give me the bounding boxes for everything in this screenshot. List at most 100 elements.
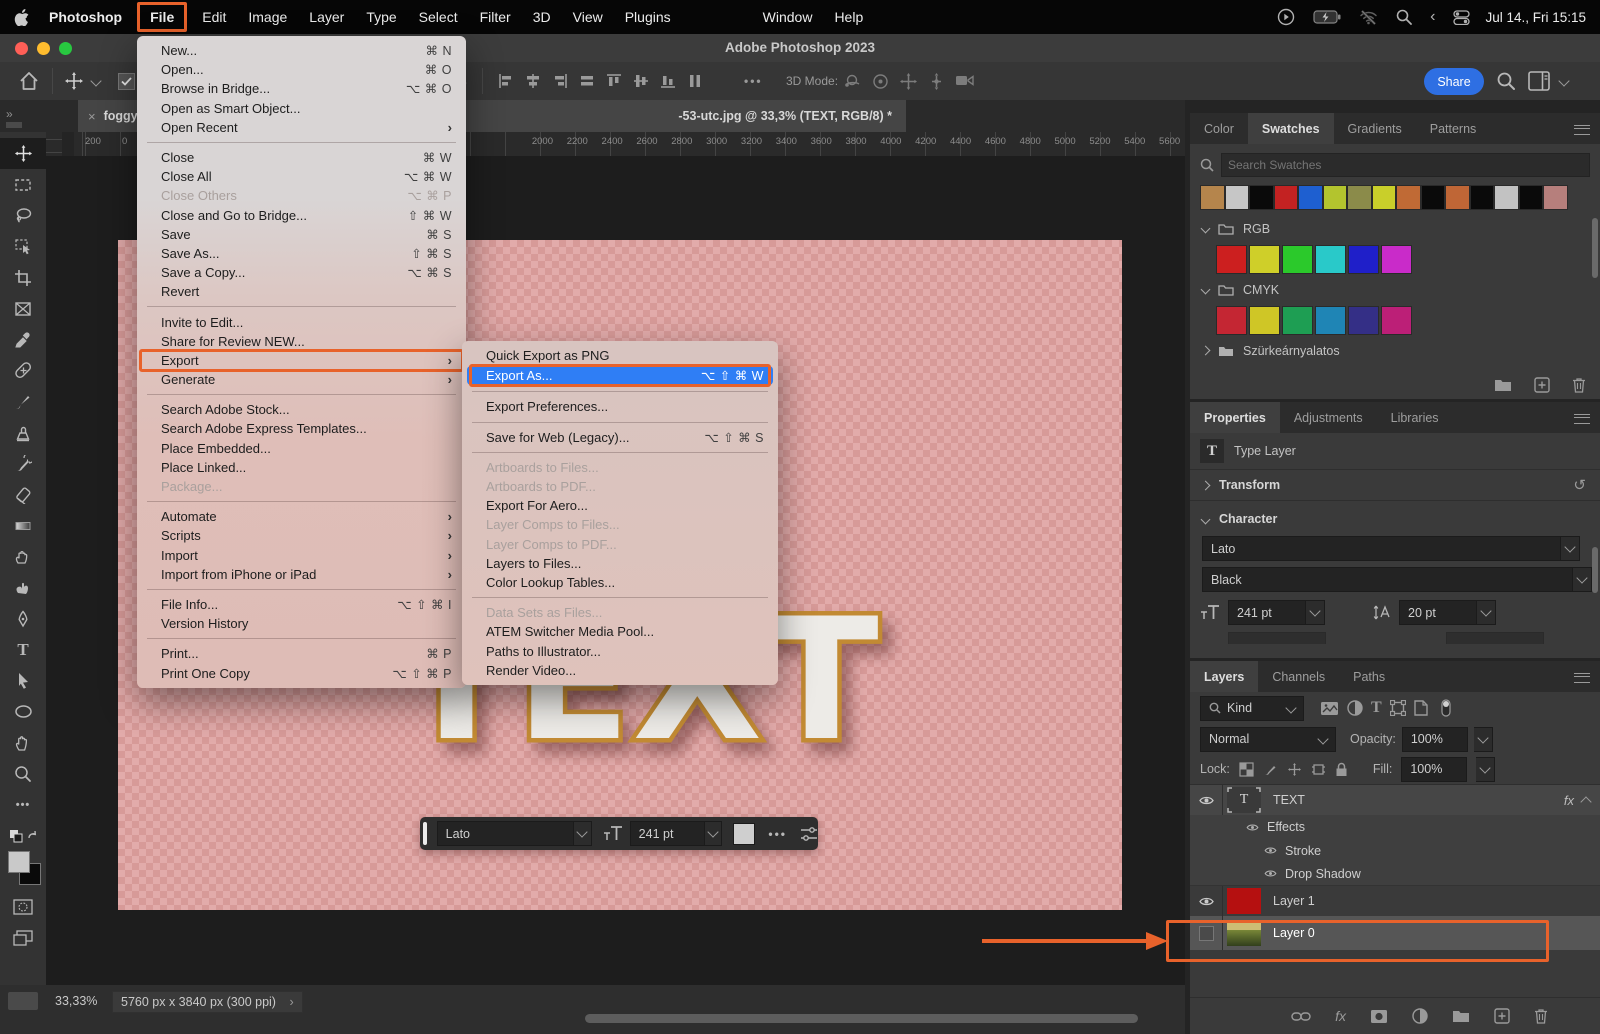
swatch-group-cmyk[interactable]: CMYK: [1190, 277, 1600, 303]
play-circle-icon[interactable]: [1277, 8, 1295, 26]
auto-select-checkbox[interactable]: [118, 73, 135, 90]
color-swatch[interactable]: [1315, 245, 1346, 274]
crop-tool[interactable]: [0, 262, 46, 293]
menubar-item-view[interactable]: View: [562, 0, 614, 34]
leading-field[interactable]: 20 pt: [1399, 600, 1477, 625]
layer-row-text[interactable]: T TEXT fx: [1190, 785, 1600, 815]
color-swatch[interactable]: [1372, 185, 1397, 210]
menu-item[interactable]: Save for Web (Legacy)... ⌥ ⇧ ⌘ S ›: [462, 428, 778, 447]
brush-tool[interactable]: [0, 386, 46, 417]
object-selection-tool[interactable]: [0, 231, 46, 262]
menu-item[interactable]: Place Linked... ›: [137, 458, 466, 477]
image-layer-thumbnail[interactable]: [1227, 920, 1261, 946]
visibility-eye-icon[interactable]: [1246, 823, 1259, 832]
menu-item[interactable]: Paths to Illustrator... ›: [462, 641, 778, 660]
menu-item[interactable]: ›: [137, 389, 466, 400]
menubar-item-plugins[interactable]: Plugins: [614, 0, 682, 34]
filter-smart-objects-icon[interactable]: [1414, 700, 1428, 716]
layer-style-icon[interactable]: fx: [1335, 1008, 1346, 1024]
move-tool-icon[interactable]: [64, 71, 84, 91]
menu-item[interactable]: Print One Copy ⌥ ⇧ ⌘ P ›: [137, 663, 466, 682]
font-family-field[interactable]: Lato: [1202, 536, 1561, 561]
panel-menu-icon[interactable]: [1574, 414, 1590, 424]
apple-logo-icon[interactable]: [14, 9, 29, 26]
3d-orbit-icon[interactable]: [843, 72, 862, 91]
type-layer-thumbnail[interactable]: T: [1227, 787, 1261, 813]
kind-filter-field[interactable]: Kind: [1200, 696, 1304, 721]
color-swatch[interactable]: [1348, 245, 1379, 274]
search-icon[interactable]: [1496, 71, 1516, 91]
font-family-dropdown[interactable]: [1561, 536, 1580, 561]
menu-item[interactable]: ›: [462, 447, 778, 458]
chevron-down-icon[interactable]: [1201, 224, 1211, 234]
menubar-item-window[interactable]: Window: [752, 0, 824, 34]
more-options-icon[interactable]: •••: [744, 74, 763, 88]
tool-preset-chevron-icon[interactable]: [90, 75, 101, 86]
gradient-tool[interactable]: [0, 510, 46, 541]
lasso-tool[interactable]: [0, 200, 46, 231]
menu-item[interactable]: Export For Aero... ›: [462, 496, 778, 515]
menu-item[interactable]: Layer Comps to Files... ›: [462, 515, 778, 534]
font-style-field[interactable]: Black: [1202, 567, 1573, 592]
color-swatch[interactable]: [1298, 185, 1323, 210]
menu-item[interactable]: Package... ›: [137, 477, 466, 496]
tab-swatches[interactable]: Swatches: [1248, 113, 1334, 144]
menubar-clock[interactable]: Jul 14., Fri 15:15: [1485, 10, 1586, 25]
menu-item[interactable]: Close and Go to Bridge... ⇧ ⌘ W ›: [137, 206, 466, 225]
filter-toggle-icon[interactable]: [1440, 699, 1452, 717]
tab-patterns[interactable]: Patterns: [1416, 113, 1491, 144]
healing-tool[interactable]: [0, 355, 46, 386]
font-style-dropdown[interactable]: [1573, 567, 1592, 592]
tab-libraries[interactable]: Libraries: [1377, 402, 1453, 433]
tab-adjustments[interactable]: Adjustments: [1280, 402, 1377, 433]
color-swatch[interactable]: [1445, 185, 1470, 210]
layer-mask-icon[interactable]: [1370, 1009, 1388, 1024]
tab-color[interactable]: Color: [1190, 113, 1248, 144]
menubar-item-type[interactable]: Type: [355, 0, 407, 34]
menu-item[interactable]: Save ⌘ S ›: [137, 225, 466, 244]
zoom-level[interactable]: 33,33%: [55, 994, 97, 1008]
menu-item[interactable]: ›: [462, 417, 778, 428]
swatch-search-input[interactable]: [1221, 153, 1590, 177]
frame-tool[interactable]: [0, 293, 46, 324]
new-swatch-icon[interactable]: [1534, 377, 1550, 393]
menu-item[interactable]: Search Adobe Stock... ›: [137, 400, 466, 419]
chevron-down-icon[interactable]: [1201, 285, 1211, 295]
text-color-swatch[interactable]: [733, 823, 755, 845]
color-swatch[interactable]: [1249, 185, 1274, 210]
lock-pixels-icon[interactable]: [1263, 762, 1278, 777]
horizontal-scrollbar[interactable]: [585, 1014, 1138, 1023]
drag-handle[interactable]: [423, 822, 427, 845]
color-swatch[interactable]: [1494, 185, 1519, 210]
menu-item[interactable]: Scripts ›: [137, 526, 466, 545]
menu-item[interactable]: Print... ⌘ P ›: [137, 644, 466, 663]
lock-transparency-icon[interactable]: [1239, 762, 1254, 777]
color-swatch[interactable]: [1216, 306, 1247, 335]
align-right-icon[interactable]: [552, 73, 568, 89]
menu-item[interactable]: ›: [137, 496, 466, 507]
clone-stamp-tool[interactable]: [0, 417, 46, 448]
color-swatch[interactable]: [1381, 245, 1412, 274]
swatches-scrollbar[interactable]: [1592, 218, 1598, 278]
font-size-dropdown[interactable]: [705, 821, 723, 846]
menubar-item-image[interactable]: Image: [237, 0, 298, 34]
3d-camera-icon[interactable]: [955, 72, 976, 89]
menu-item[interactable]: Open as Smart Object... ›: [137, 99, 466, 118]
workspace-chevron-icon[interactable]: [1558, 75, 1569, 86]
menu-item[interactable]: ›: [462, 386, 778, 397]
menubar-item-filter[interactable]: Filter: [469, 0, 522, 34]
menu-item[interactable]: ›: [462, 592, 778, 603]
3d-slide-icon[interactable]: [927, 72, 946, 91]
filter-type-layers-icon[interactable]: T: [1371, 699, 1382, 717]
menu-item[interactable]: ›: [137, 137, 466, 148]
panel-menu-icon[interactable]: [1574, 125, 1590, 135]
filter-adjustment-layers-icon[interactable]: [1347, 700, 1363, 716]
align-middle-icon[interactable]: [633, 73, 649, 89]
color-swatch[interactable]: [1282, 245, 1313, 274]
menu-item[interactable]: Data Sets as Files... ›: [462, 603, 778, 622]
menu-item[interactable]: Search Adobe Express Templates... ›: [137, 419, 466, 438]
distribute-v-icon[interactable]: [687, 73, 703, 89]
fill-field[interactable]: 100%: [1401, 757, 1467, 782]
shape-tool[interactable]: [0, 696, 46, 727]
more-options-icon[interactable]: •••: [768, 827, 787, 841]
